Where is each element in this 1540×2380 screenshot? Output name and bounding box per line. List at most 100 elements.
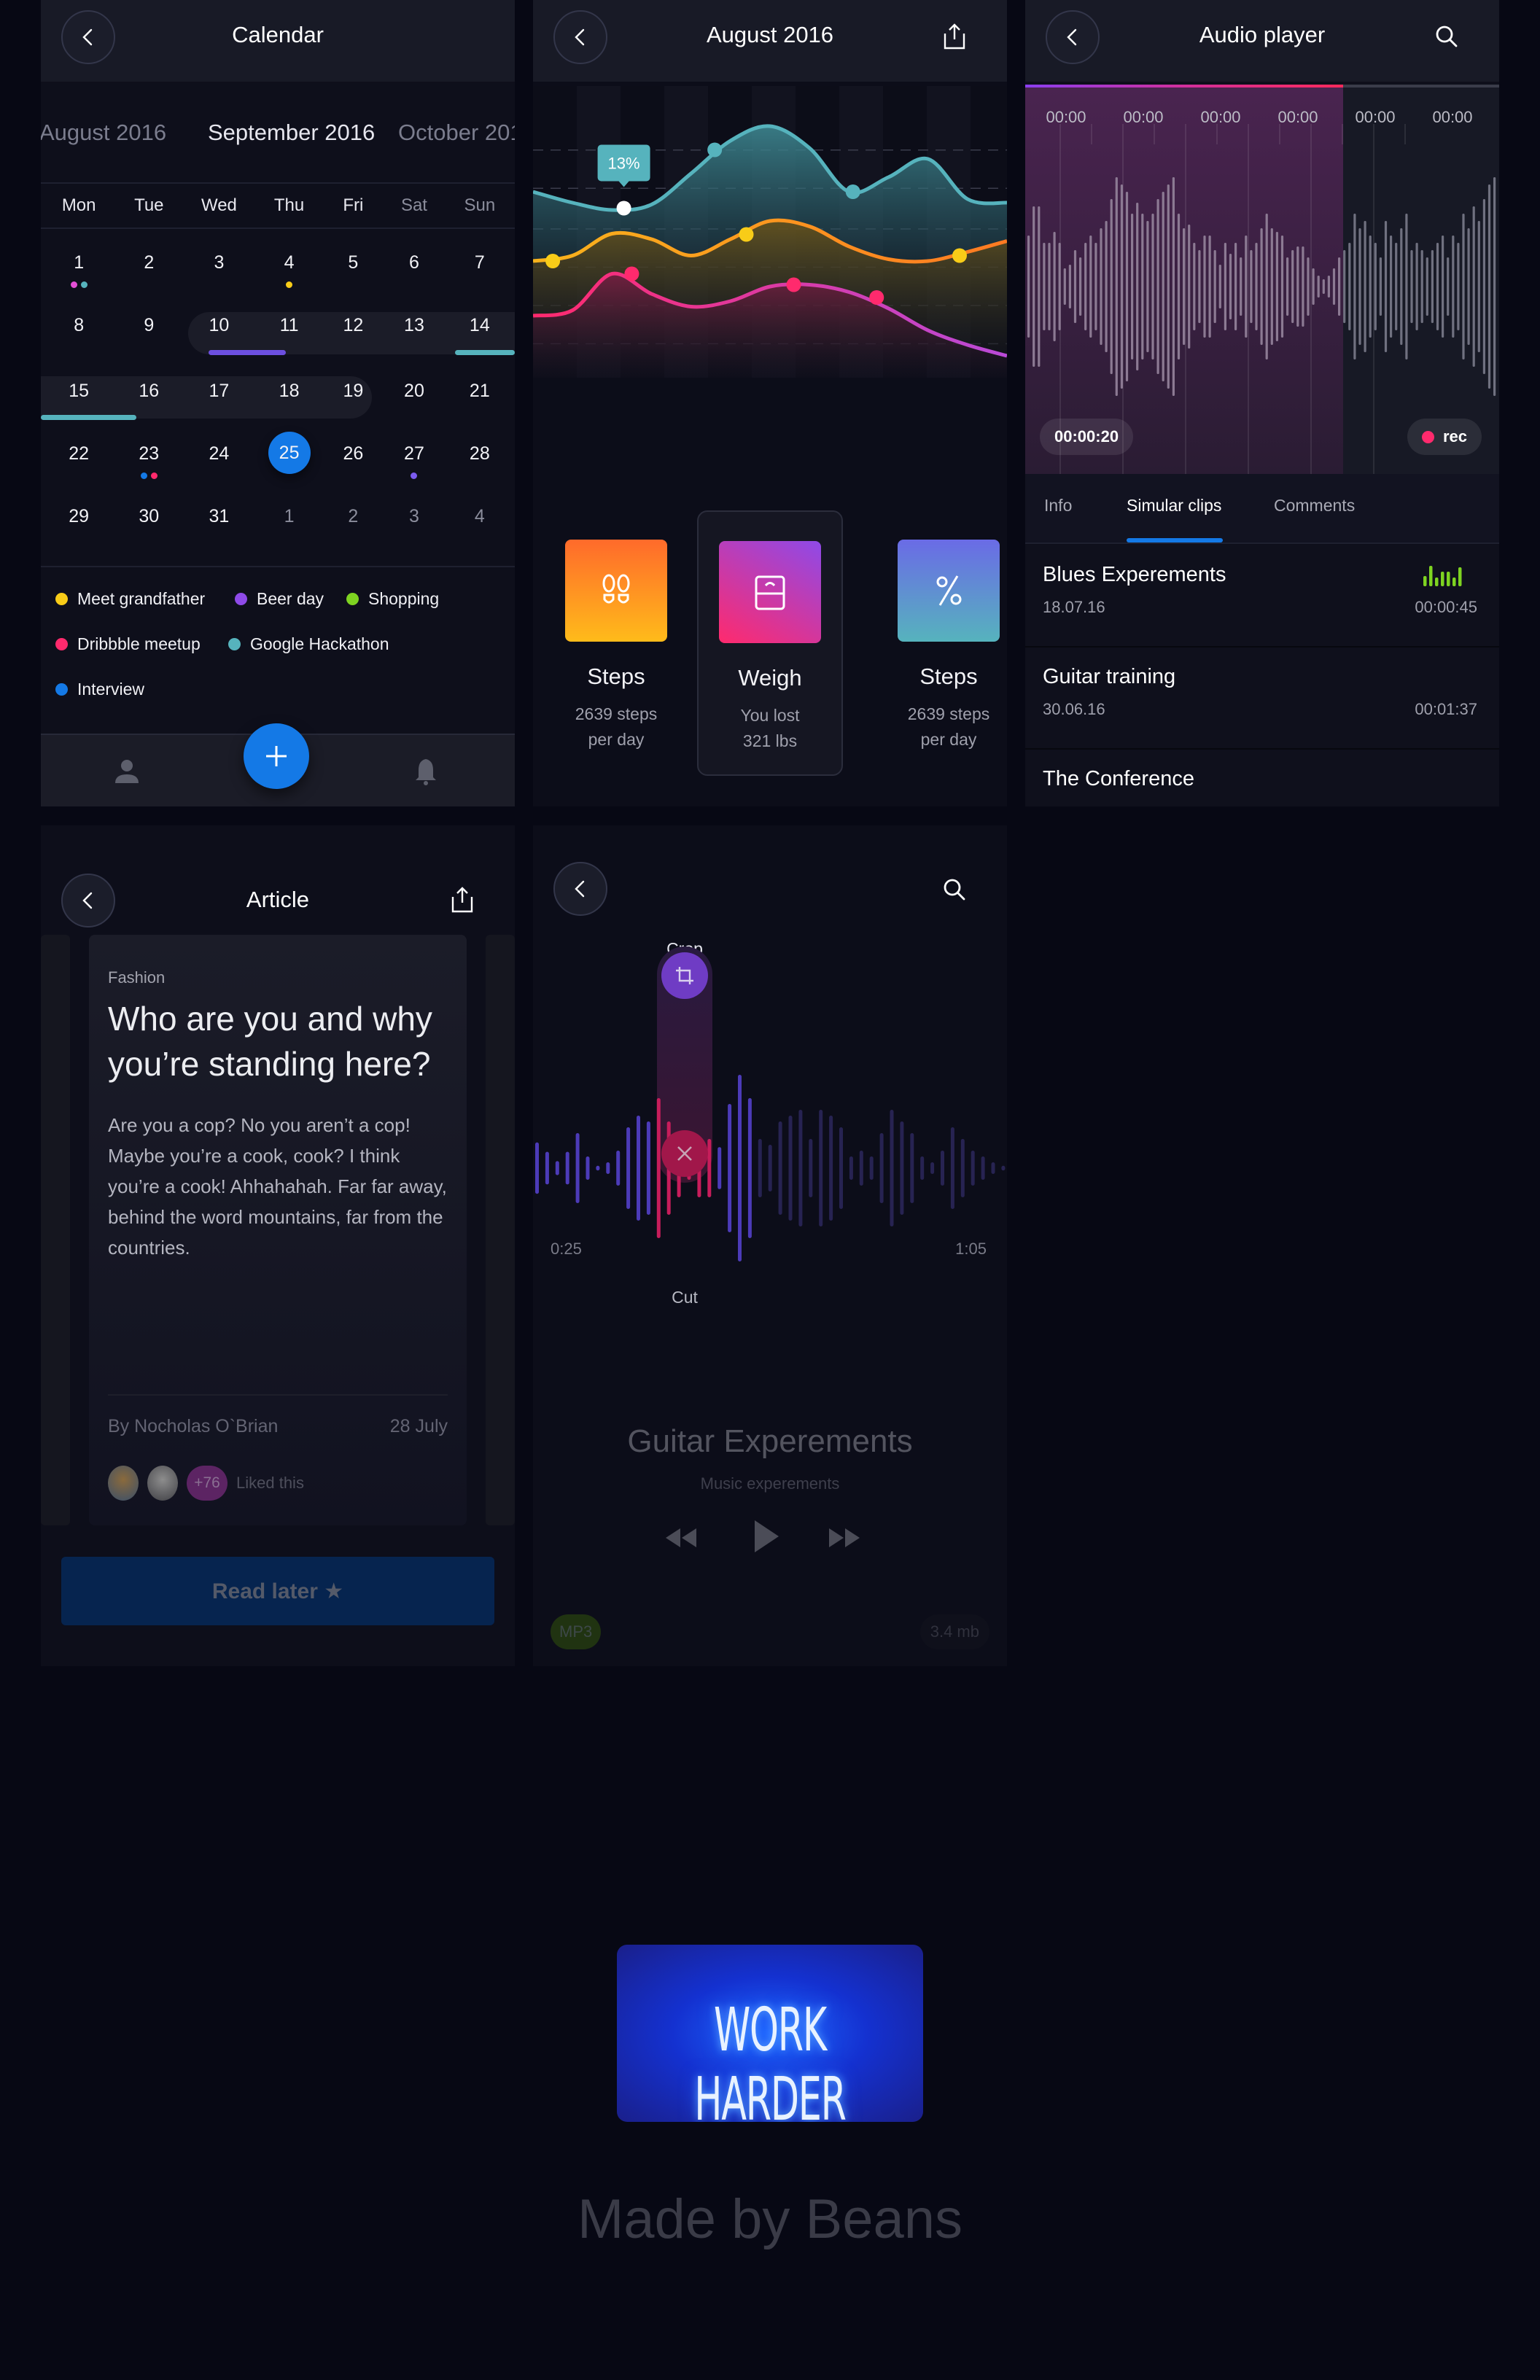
search-button[interactable] [938, 874, 971, 906]
stat-card[interactable]: Weigh You lost 321 lbs [697, 510, 843, 776]
legend-item[interactable]: Interview [55, 680, 144, 699]
share-button[interactable] [938, 20, 971, 52]
stat-subtitle: 2639 steps per day [543, 701, 689, 752]
day-cell[interactable]: 1 [53, 252, 104, 273]
day-cell[interactable]: 15 [53, 381, 104, 402]
day-cell[interactable]: 22 [53, 443, 104, 464]
chevron-left-icon [575, 880, 585, 898]
wave-bar [1482, 199, 1485, 374]
day-cell[interactable]: 10 [193, 315, 244, 336]
cut-button[interactable] [661, 1130, 708, 1177]
bell-icon[interactable] [410, 755, 442, 788]
crop-button[interactable] [661, 952, 708, 999]
month-prev[interactable]: August 2016 [41, 120, 166, 146]
day-cell[interactable]: 14 [454, 315, 505, 336]
progress-bar[interactable] [1025, 85, 1499, 88]
legend-dot [346, 593, 359, 605]
fast-forward-icon[interactable] [828, 1524, 861, 1552]
legend-item[interactable]: Meet grandfather [55, 589, 205, 609]
prev-card-peek[interactable] [41, 935, 70, 1525]
day-cell[interactable]: 1 [264, 506, 315, 527]
search-button[interactable] [1431, 20, 1463, 52]
day-cell[interactable]: 5 [327, 252, 378, 273]
day-cell[interactable]: 2 [327, 506, 378, 527]
month-next[interactable]: October 2016 [398, 120, 515, 146]
timeline-label: 00:00 [1355, 108, 1396, 126]
tab-info[interactable]: Info [1044, 496, 1072, 516]
wave-bar [950, 1127, 954, 1209]
day-cell[interactable]: 18 [264, 381, 315, 402]
clip-duration: 00:01:37 [1415, 700, 1477, 718]
clip-row[interactable]: Blues Experements 18.07.16 00:00:45 [1025, 545, 1499, 648]
day-cell[interactable]: 24 [193, 443, 244, 464]
day-cell[interactable]: 19 [327, 381, 378, 402]
day-cell[interactable]: 12 [327, 315, 378, 336]
read-later-button[interactable]: Read later ★ [61, 1557, 494, 1625]
record-button[interactable]: rec [1407, 419, 1482, 455]
stat-title: Steps [919, 664, 978, 689]
day-cell[interactable]: 26 [327, 443, 378, 464]
stat-card[interactable]: Steps 2639 steps per day [876, 510, 1007, 776]
day-cell[interactable]: 2 [123, 252, 174, 273]
wave-bar [1270, 228, 1273, 345]
clip-row[interactable]: Guitar training 30.06.16 00:01:37 [1025, 648, 1499, 750]
stat-card[interactable]: Steps 2639 steps per day [543, 510, 689, 776]
day-cell[interactable]: 17 [193, 381, 244, 402]
day-cell[interactable]: 28 [454, 443, 505, 464]
article-screen: Article Fashion Who are you and why you’… [41, 825, 515, 1666]
month-current[interactable]: September 2016 [208, 120, 375, 146]
wave-bar [981, 1156, 985, 1180]
legend-item[interactable]: Beer day [235, 589, 324, 609]
day-cell[interactable]: 29 [53, 506, 104, 527]
wave-bar [1410, 250, 1413, 323]
day-cell[interactable]: 8 [53, 315, 104, 336]
day-cell[interactable]: 31 [193, 506, 244, 527]
timeline-label: 00:00 [1432, 108, 1473, 126]
today-cell[interactable]: 25 [268, 432, 311, 474]
day-cell[interactable]: 21 [454, 381, 505, 402]
editor-waveform[interactable] [533, 1051, 1007, 1358]
next-card-peek[interactable] [486, 935, 515, 1525]
data-point [545, 254, 561, 268]
wave-bar [1079, 257, 1082, 316]
tab-simular-clips[interactable]: Simular clips [1127, 496, 1221, 516]
cut-label: Cut [672, 1288, 698, 1307]
wave-bar [1188, 225, 1191, 349]
profile-icon[interactable] [111, 755, 143, 788]
back-button[interactable] [553, 862, 607, 916]
legend-item[interactable]: Dribbble meetup [55, 634, 201, 654]
day-cell[interactable]: 4 [454, 506, 505, 527]
wave-bar [1048, 243, 1051, 330]
day-cell[interactable]: 23 [123, 443, 174, 464]
clip-date: 18.07.16 [1043, 598, 1105, 616]
day-cell[interactable]: 4 [264, 252, 315, 273]
clip-row[interactable]: The Conference [1025, 750, 1499, 806]
weekday-sun: Sun [464, 195, 496, 215]
month-switcher[interactable]: August 2016 September 2016 October 2016 [41, 82, 515, 182]
day-cell[interactable]: 7 [454, 252, 505, 273]
day-cell[interactable]: 30 [123, 506, 174, 527]
add-event-button[interactable] [244, 723, 309, 789]
article-card[interactable]: Fashion Who are you and why you’re stand… [89, 935, 467, 1525]
day-cell[interactable]: 3 [389, 506, 440, 527]
stats-screen: August 2016 13% Steps 2639 steps per day We… [533, 0, 1007, 806]
share-button[interactable] [446, 884, 478, 916]
wave-bar [869, 1156, 874, 1180]
wave-bar [809, 1139, 813, 1197]
day-cell[interactable]: 9 [123, 315, 174, 336]
day-cell[interactable]: 3 [193, 252, 244, 273]
day-cell[interactable]: 20 [389, 381, 440, 402]
day-cell[interactable]: 27 [389, 443, 440, 464]
legend-item[interactable]: Shopping [346, 589, 439, 609]
legend-item[interactable]: Google Hackathon [228, 634, 389, 654]
day-cell[interactable]: 11 [264, 315, 315, 336]
equalizer-bar [1452, 578, 1456, 586]
waveform[interactable] [1025, 86, 1499, 474]
day-cell[interactable]: 16 [123, 381, 174, 402]
day-cell[interactable]: 6 [389, 252, 440, 273]
day-cell[interactable]: 13 [389, 315, 440, 336]
likes-row[interactable]: +76 Liked this [108, 1466, 304, 1501]
rewind-icon[interactable] [664, 1524, 698, 1552]
tab-comments[interactable]: Comments [1274, 496, 1355, 516]
play-icon[interactable] [752, 1518, 781, 1555]
